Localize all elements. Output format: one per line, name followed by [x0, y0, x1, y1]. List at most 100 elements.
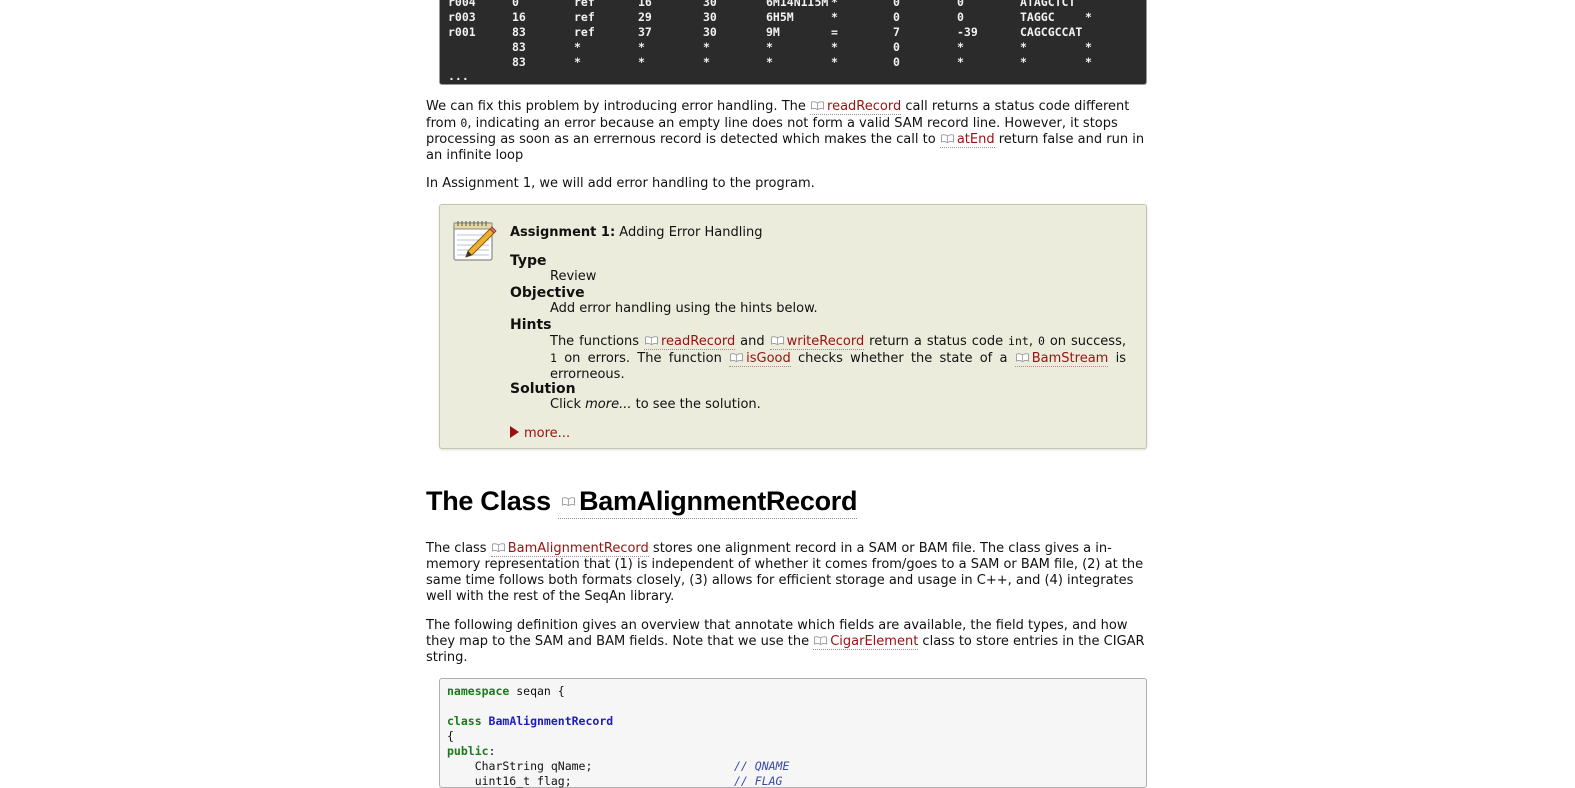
- heading-link-bamalignmentrecord[interactable]: BamAlignmentRecord: [558, 486, 858, 519]
- sam-field: *: [1085, 55, 1092, 69]
- sam-field: 29: [638, 10, 652, 24]
- link-label: BamStream: [1031, 351, 1109, 366]
- link-label: writeRecord: [786, 334, 865, 349]
- more-toggle[interactable]: more...: [510, 426, 570, 441]
- hint-text: and: [735, 334, 770, 349]
- sam-record-row: r003 16 ref 29 30 6H5M * 0 0 TAGGC *: [440, 10, 1146, 25]
- sam-field: *: [831, 55, 838, 69]
- sam-field: *: [1085, 40, 1092, 54]
- sam-record-row: 83 * * * * * 0 * * *: [440, 55, 1146, 70]
- sam-field: *: [703, 55, 710, 69]
- sam-field: 30: [703, 0, 717, 9]
- sam-field: *: [831, 10, 838, 24]
- book-icon: [940, 134, 954, 143]
- sam-output-block: r004 0 ref 16 30 6M14N1I5M * 0 0 ATAGCTCT r003 16 re…: [439, 0, 1147, 85]
- sam-field: 83: [512, 40, 526, 54]
- sam-field: CAGCGCCAT: [1020, 25, 1083, 39]
- sam-field: *: [1020, 55, 1027, 69]
- link-label: readRecord: [827, 99, 902, 114]
- sam-field: *: [766, 40, 773, 54]
- sam-field: 30: [703, 25, 717, 39]
- code-keyword: class: [447, 714, 482, 728]
- link-atend[interactable]: atEnd: [939, 132, 995, 148]
- code-block: namespace seqan { class BamAlignmentReco…: [439, 678, 1147, 788]
- sam-field: 0: [893, 10, 900, 24]
- comment-text: // FLAG: [734, 774, 783, 788]
- triangle-right-icon: [510, 426, 519, 438]
- heading-link-label: BamAlignmentRecord: [579, 486, 858, 516]
- sam-field: *: [831, 40, 838, 54]
- inline-code: 1: [550, 351, 557, 365]
- solution-value: Click more... to see the solution.: [550, 397, 1126, 413]
- hint-text: on success,: [1044, 334, 1126, 349]
- assignment-number: Assignment 1:: [510, 225, 616, 240]
- sam-field: 0: [957, 10, 964, 24]
- assignment-box: Assignment 1: Adding Error Handling Type…: [439, 204, 1147, 449]
- link-label: atEnd: [956, 132, 995, 147]
- sam-field: *: [957, 40, 964, 54]
- heading-prefix: The Class: [426, 486, 559, 516]
- hint-text: ,: [1028, 334, 1038, 349]
- code-line: class BamAlignmentRecord: [447, 714, 613, 728]
- sam-field: 0: [893, 40, 900, 54]
- book-icon: [562, 497, 576, 507]
- sam-field: ref: [574, 0, 595, 9]
- objective-value: Add error handling using the hints below…: [550, 301, 818, 316]
- definition-overview-paragraph: The following definition gives an overvi…: [426, 618, 1156, 666]
- link-cigarelement[interactable]: CigarElement: [813, 634, 919, 650]
- sam-field: *: [638, 40, 645, 54]
- sam-field: 83: [512, 55, 526, 69]
- sam-record-row: r004 0 ref 16 30 6M14N1I5M * 0 0 ATAGCTCT: [440, 0, 1146, 10]
- solution-text: to see the solution.: [631, 397, 761, 412]
- sam-field: 16: [512, 10, 526, 24]
- sam-record-row: 83 * * * * * 0 * * *: [440, 40, 1146, 55]
- error-handling-paragraph: We can fix this problem by introducing e…: [426, 99, 1156, 164]
- sam-field: =: [831, 25, 838, 39]
- code-keyword: public: [447, 744, 489, 758]
- link-bamstream[interactable]: BamStream: [1014, 351, 1109, 367]
- link-bamalignmentrecord[interactable]: BamAlignmentRecord: [490, 541, 649, 557]
- sam-field: ref: [574, 10, 595, 24]
- sam-field: 37: [638, 25, 652, 39]
- book-icon: [770, 336, 784, 345]
- link-isgood[interactable]: isGood: [729, 351, 791, 367]
- sam-field: 6H5M: [766, 10, 794, 24]
- sam-field: 83: [512, 25, 526, 39]
- book-icon: [645, 336, 658, 345]
- assignment-intro-paragraph: In Assignment 1, we will add error handl…: [426, 176, 815, 191]
- sam-field: TAGGC: [1020, 10, 1055, 24]
- book-icon: [811, 101, 824, 110]
- sam-output-ellipsis: ...: [448, 69, 469, 83]
- code-text: seqan {: [509, 684, 565, 698]
- link-readrecord[interactable]: readRecord: [644, 334, 736, 350]
- sam-field: *: [1020, 40, 1027, 54]
- link-label: isGood: [746, 351, 791, 366]
- sam-field: *: [703, 40, 710, 54]
- sam-field: *: [574, 40, 581, 54]
- para-text: We can fix this problem by introducing e…: [426, 99, 811, 114]
- sam-field: 6M14N1I5M: [766, 0, 829, 9]
- link-label: readRecord: [661, 334, 736, 349]
- book-icon: [1015, 353, 1029, 362]
- para-text: The class: [426, 541, 491, 556]
- assignment-title: Assignment 1: Adding Error Handling: [510, 225, 762, 240]
- hint-text: return a status code: [864, 334, 1009, 349]
- link-readrecord[interactable]: readRecord: [810, 99, 902, 115]
- code-line: CharString qName;: [447, 759, 593, 773]
- sam-field: r001: [448, 25, 476, 39]
- sam-field: r004: [448, 0, 476, 9]
- book-icon: [814, 636, 828, 645]
- hint-text: checks whether the state of a: [790, 351, 1015, 366]
- code-text: CharString qName;: [447, 759, 593, 773]
- sam-field: 0: [957, 0, 964, 9]
- objective-label: Objective: [510, 285, 585, 301]
- sam-field: 0: [893, 0, 900, 9]
- book-icon: [730, 353, 744, 362]
- link-writerecord[interactable]: writeRecord: [769, 334, 865, 350]
- comment-text: // QNAME: [734, 759, 790, 773]
- inline-code: int: [1008, 334, 1029, 348]
- sam-record-row: r001 83 ref 37 30 9M = 7 -39 CAGCGCCAT: [440, 25, 1146, 40]
- hint-text: on errors. The function: [556, 351, 730, 366]
- sam-field: *: [957, 55, 964, 69]
- notepad-icon: [453, 221, 497, 261]
